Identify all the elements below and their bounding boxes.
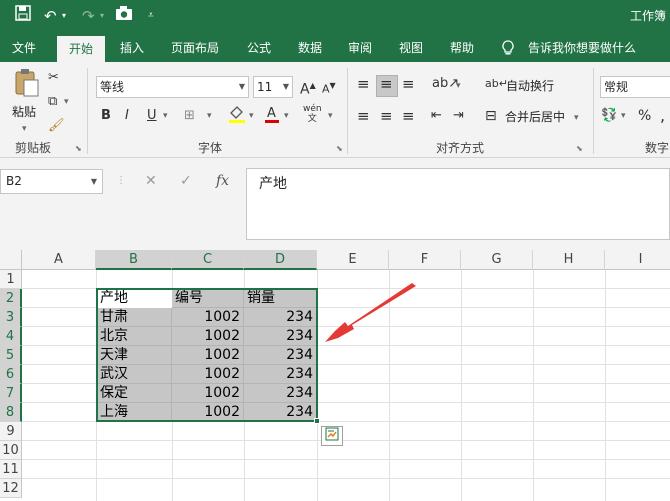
number-group-label: 数字 — [645, 141, 670, 155]
decrease-indent-icon[interactable]: ⇤ — [431, 106, 442, 126]
clipboard-group-label: 剪贴板 — [15, 141, 52, 155]
name-box[interactable]: B2 ▼ — [0, 169, 103, 194]
align-middle-icon[interactable]: ≡ — [380, 74, 393, 94]
fill-color-icon[interactable] — [228, 104, 246, 131]
increase-font-size-icon[interactable]: A▲ — [300, 76, 316, 100]
phonetic-label: wén — [303, 104, 322, 114]
copy-icon[interactable]: ⧉ — [48, 92, 57, 112]
cancel-icon[interactable]: ✕ — [145, 170, 157, 192]
enter-icon[interactable]: ✓ — [180, 170, 192, 192]
worksheet-grid[interactable]: A B C D E F G H I 1 2 3 4 5 6 7 8 9 10 1… — [0, 250, 670, 501]
chevron-down-icon: ▼ — [282, 82, 289, 91]
comma-style-icon[interactable]: , — [660, 106, 665, 126]
tab-view[interactable]: 视图 — [397, 34, 425, 62]
cut-icon[interactable]: ✂ — [48, 68, 59, 88]
name-box-value: B2 — [6, 174, 22, 188]
borders-icon[interactable]: ⊞ — [184, 106, 195, 126]
svg-text:A: A — [267, 106, 276, 121]
undo-dropdown-icon[interactable]: ▾ — [62, 5, 66, 27]
redo-icon: ↷ — [82, 7, 95, 25]
underline-button[interactable]: U — [147, 106, 157, 126]
merge-center-button[interactable]: 合并后居中 — [505, 107, 565, 127]
tell-me-search[interactable]: 告诉我你想要做什么 — [526, 34, 638, 62]
wrap-text-icon[interactable]: ab↵ — [485, 74, 508, 94]
paste-icon[interactable] — [12, 68, 42, 98]
clipboard-launcher-icon[interactable]: ⬊ — [75, 144, 82, 153]
formula-bar: B2 ▼ ⋮ ✕ ✓ fx 产地 — [0, 158, 670, 250]
underline-dropdown-icon[interactable]: ▾ — [163, 106, 168, 126]
phonetic-dropdown-icon[interactable]: ▾ — [328, 106, 333, 126]
redo-dropdown-icon: ▾ — [100, 11, 105, 20]
tab-file[interactable]: 文件 — [10, 34, 38, 62]
alignment-group-label: 对齐方式 — [436, 141, 485, 155]
chevron-down-icon: ▼ — [238, 82, 245, 91]
chevron-down-icon: ▼ — [90, 177, 97, 186]
save-icon[interactable] — [15, 5, 31, 27]
fill-color-dropdown-icon[interactable]: ▾ — [249, 106, 254, 126]
align-top-icon[interactable]: ≡ — [357, 74, 370, 94]
ribbon-separator — [347, 68, 348, 154]
number-format-combo[interactable]: 常规 — [600, 76, 670, 98]
ribbon: 粘贴 ▾ ✂ ⧉ ▾ 🖌 剪贴板 ⬊ 等线 ▼ 11 ▼ A▲ A▼ B I U… — [0, 62, 670, 158]
increase-indent-icon[interactable]: ⇥ — [453, 106, 464, 126]
ribbon-tabs: 文件 开始 插入 页面布局 公式 数据 审阅 视图 帮助 告诉我你想要做什么 — [0, 34, 670, 62]
font-launcher-icon[interactable]: ⬊ — [336, 144, 343, 153]
align-bottom-icon[interactable]: ≡ — [402, 74, 415, 94]
formula-input[interactable]: 产地 — [246, 168, 670, 240]
accounting-format-icon[interactable]: 💱 — [601, 106, 617, 126]
font-group-label: 字体 — [198, 141, 223, 155]
decrease-font-size-icon[interactable]: A▼ — [322, 76, 336, 100]
customize-quick-access-icon[interactable]: ⩡ — [148, 5, 154, 27]
tab-insert[interactable]: 插入 — [118, 34, 146, 62]
font-size-combo[interactable]: 11 ▼ — [253, 76, 293, 98]
align-left-icon[interactable]: ≡ — [357, 106, 370, 126]
undo-icon[interactable]: ↶ — [44, 5, 57, 27]
tab-page-layout[interactable]: 页面布局 — [169, 34, 221, 62]
window-title: 工作簿 — [629, 9, 666, 23]
font-color-dropdown-icon[interactable]: ▾ — [284, 106, 289, 126]
annotation-arrow-icon — [325, 283, 416, 342]
font-size-value: 11 — [257, 80, 273, 94]
font-name-value: 等线 — [100, 80, 125, 94]
merge-dropdown-icon[interactable]: ▾ — [574, 108, 579, 128]
format-painter-icon[interactable]: 🖌 — [48, 116, 65, 136]
font-name-combo[interactable]: 等线 ▼ — [96, 76, 249, 98]
tab-help[interactable]: 帮助 — [448, 34, 476, 62]
align-center-icon[interactable]: ≡ — [380, 106, 393, 126]
number-format-value: 常规 — [604, 80, 629, 94]
ribbon-separator — [87, 68, 88, 154]
copy-dropdown-icon[interactable]: ▾ — [64, 92, 69, 112]
percent-button[interactable]: % — [638, 106, 651, 126]
align-right-icon[interactable]: ≡ — [402, 106, 415, 126]
paste-dropdown-icon[interactable]: ▾ — [22, 119, 27, 139]
tab-data[interactable]: 数据 — [296, 34, 324, 62]
more-options-icon: ⋮ — [116, 175, 126, 186]
font-color-icon[interactable]: A — [264, 104, 280, 131]
borders-dropdown-icon[interactable]: ▾ — [207, 106, 212, 126]
lightbulb-icon[interactable] — [500, 34, 516, 62]
bold-button[interactable]: B — [101, 106, 111, 126]
accounting-dropdown-icon[interactable]: ▾ — [621, 106, 626, 126]
italic-button[interactable]: I — [125, 106, 129, 126]
camera-icon[interactable] — [115, 5, 133, 27]
title-bar: ↶ ▾ ↷ ▾ ⩡ 工作簿 — [0, 0, 670, 34]
insert-function-icon[interactable]: fx — [216, 170, 229, 192]
tab-home[interactable]: 开始 — [57, 36, 106, 62]
phonetic-guide-icon[interactable]: wén 文 — [303, 104, 322, 124]
wrap-text-button[interactable]: 自动换行 — [506, 76, 554, 96]
alignment-launcher-icon[interactable]: ⬊ — [576, 144, 583, 153]
orientation-dropdown-icon[interactable]: ▾ — [456, 76, 461, 96]
tab-formulas[interactable]: 公式 — [245, 34, 273, 62]
ribbon-separator — [593, 68, 594, 154]
merge-center-icon[interactable]: ⊟ — [485, 106, 497, 126]
tab-review[interactable]: 审阅 — [346, 34, 374, 62]
